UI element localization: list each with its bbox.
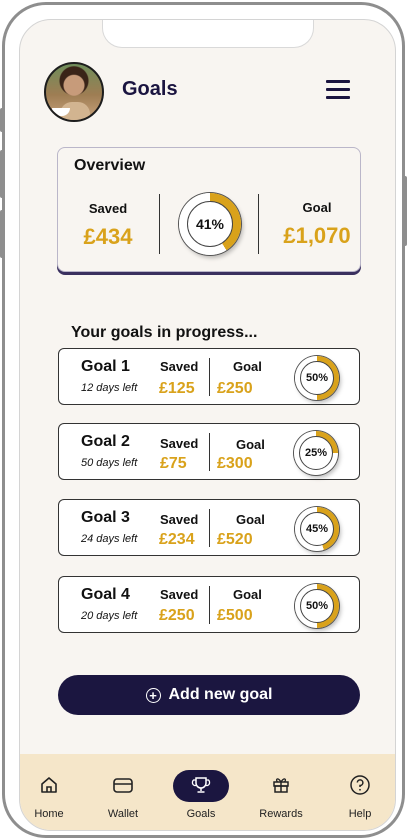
goal-card[interactable]: Goal 1 12 days left Saved £125 Goal £250… xyxy=(58,348,360,405)
goal-days-left: 24 days left xyxy=(81,533,138,545)
goal-progress-text: 50% xyxy=(300,589,334,623)
help-icon xyxy=(347,772,373,798)
tab-wallet[interactable]: Wallet xyxy=(88,754,158,830)
goal-progress-text: 45% xyxy=(300,512,334,546)
goal-saved-amount: £75 xyxy=(160,455,187,472)
goal-target-amount: £520 xyxy=(217,531,253,548)
goal-card[interactable]: Goal 2 50 days left Saved £75 Goal £300 … xyxy=(58,423,360,480)
overview-divider-left xyxy=(159,194,160,254)
phone-power-button xyxy=(403,176,407,246)
overview-goal-amount: £1,070 xyxy=(283,223,351,248)
goal-target-amount: £300 xyxy=(217,455,253,472)
hamburger-menu-icon[interactable] xyxy=(326,80,350,100)
phone-notch xyxy=(102,20,314,48)
phone-side-button xyxy=(0,108,4,132)
overview-goal: Goal £1,070 xyxy=(272,200,362,249)
overview-progress-text: 41% xyxy=(187,201,233,247)
goal-name: Goal 4 xyxy=(81,586,130,603)
tab-label-help: Help xyxy=(348,808,372,820)
goal-target-label: Goal xyxy=(233,587,262,602)
bottom-tab-bar: Home Wallet Goals Rewards Help xyxy=(20,754,395,830)
add-new-goal-label: Add new goal xyxy=(168,686,273,703)
goal-days-left: 12 days left xyxy=(81,382,138,394)
goal-target-label: Goal xyxy=(236,512,265,527)
goal-name: Goal 2 xyxy=(81,433,130,450)
tab-label-wallet: Wallet xyxy=(107,808,139,820)
goal-progress-ring: 50% xyxy=(295,356,339,400)
goal-name: Goal 1 xyxy=(81,358,130,375)
goal-saved-label: Saved xyxy=(160,436,199,451)
overview-saved: Saved £434 xyxy=(68,201,148,250)
goal-target-label: Goal xyxy=(236,437,265,452)
tab-home[interactable]: Home xyxy=(20,754,84,830)
overview-title: Overview xyxy=(74,157,146,174)
goal-saved-amount: £250 xyxy=(159,607,195,624)
overview-divider-right xyxy=(258,194,259,254)
overview-card: Overview Saved £434 41% Goal £1,070 xyxy=(57,147,361,272)
overview-saved-label: Saved xyxy=(88,201,128,216)
gift-icon xyxy=(268,772,294,798)
phone-frame: Goals Overview Saved £434 41% Goal £1,07… xyxy=(2,2,405,838)
home-icon xyxy=(36,772,62,798)
overview-saved-amount: £434 xyxy=(83,224,133,249)
phone-volume-up-button xyxy=(0,150,4,198)
goal-saved-amount: £125 xyxy=(159,380,195,397)
tab-label-goals: Goals xyxy=(186,808,216,820)
goal-target-amount: £500 xyxy=(217,607,253,624)
goal-divider xyxy=(209,509,210,547)
goal-saved-label: Saved xyxy=(160,587,199,602)
trophy-icon xyxy=(188,772,214,798)
goal-progress-ring: 50% xyxy=(295,584,339,628)
tab-label-rewards: Rewards xyxy=(259,808,303,820)
tab-label-home: Home xyxy=(34,808,64,820)
goal-progress-ring: 45% xyxy=(295,507,339,551)
goal-divider xyxy=(209,433,210,471)
tab-rewards[interactable]: Rewards xyxy=(246,754,316,830)
goal-target-label: Goal xyxy=(233,359,262,374)
phone-volume-down-button xyxy=(0,210,4,258)
goal-target-amount: £250 xyxy=(217,380,253,397)
page-title: Goals xyxy=(122,78,178,100)
section-title: Your goals in progress... xyxy=(71,324,258,341)
tab-help[interactable]: Help xyxy=(325,754,395,830)
goal-progress-text: 50% xyxy=(300,361,334,395)
goal-divider xyxy=(209,358,210,396)
goal-progress-text: 25% xyxy=(299,436,333,470)
overview-goal-label: Goal xyxy=(302,200,332,215)
overview-progress-ring: 41% xyxy=(179,193,241,255)
goal-saved-amount: £234 xyxy=(159,531,195,548)
goal-saved-label: Saved xyxy=(160,359,199,374)
wallet-icon xyxy=(110,772,136,798)
goal-name: Goal 3 xyxy=(81,509,130,526)
goal-divider xyxy=(209,586,210,624)
screen: Goals Overview Saved £434 41% Goal £1,07… xyxy=(19,19,396,831)
tab-goals[interactable]: Goals xyxy=(166,754,236,830)
add-new-goal-button[interactable]: + Add new goal xyxy=(58,675,360,715)
goal-card[interactable]: Goal 3 24 days left Saved £234 Goal £520… xyxy=(58,499,360,556)
goal-progress-ring: 25% xyxy=(294,431,338,475)
plus-circle-icon: + xyxy=(145,687,161,703)
goal-days-left: 50 days left xyxy=(81,457,138,469)
avatar[interactable] xyxy=(44,62,104,122)
goal-card[interactable]: Goal 4 20 days left Saved £250 Goal £500… xyxy=(58,576,360,633)
goal-days-left: 20 days left xyxy=(81,610,138,622)
goal-saved-label: Saved xyxy=(160,512,199,527)
